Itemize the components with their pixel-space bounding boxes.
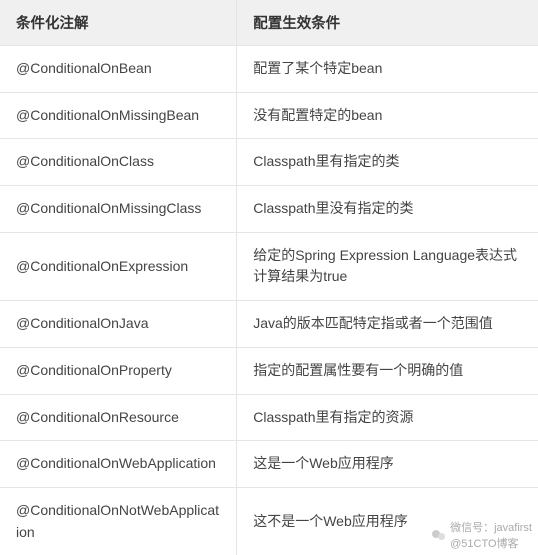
cell-annotation: @ConditionalOnBean (0, 46, 237, 93)
header-annotation: 条件化注解 (0, 0, 237, 46)
cell-condition: 没有配置特定的bean (237, 92, 538, 139)
cell-annotation: @ConditionalOnProperty (0, 347, 237, 394)
cell-annotation: @ConditionalOnJava (0, 301, 237, 348)
cell-condition: Java的版本匹配特定指或者一个范围值 (237, 301, 538, 348)
cell-annotation: @ConditionalOnMissingBean (0, 92, 237, 139)
cell-annotation: @ConditionalOnClass (0, 139, 237, 186)
header-condition: 配置生效条件 (237, 0, 538, 46)
cell-annotation: @ConditionalOnExpression (0, 232, 237, 300)
table-row: @ConditionalOnNotWebApplication 这不是一个Web… (0, 487, 538, 555)
cell-annotation: @ConditionalOnWebApplication (0, 441, 237, 488)
conditional-annotations-table: 条件化注解 配置生效条件 @ConditionalOnBean 配置了某个特定b… (0, 0, 538, 555)
table-row: @ConditionalOnMissingClass Classpath里没有指… (0, 186, 538, 233)
cell-annotation: @ConditionalOnNotWebApplication (0, 487, 237, 555)
cell-condition: Classpath里没有指定的类 (237, 186, 538, 233)
cell-condition: 这是一个Web应用程序 (237, 441, 538, 488)
cell-condition: 配置了某个特定bean (237, 46, 538, 93)
cell-condition: 指定的配置属性要有一个明确的值 (237, 347, 538, 394)
table-row: @ConditionalOnWebApplication 这是一个Web应用程序 (0, 441, 538, 488)
cell-condition: 给定的Spring Expression Language表达式计算结果为tru… (237, 232, 538, 300)
table-row: @ConditionalOnMissingBean 没有配置特定的bean (0, 92, 538, 139)
cell-condition: Classpath里有指定的资源 (237, 394, 538, 441)
table-row: @ConditionalOnExpression 给定的Spring Expre… (0, 232, 538, 300)
table-row: @ConditionalOnProperty 指定的配置属性要有一个明确的值 (0, 347, 538, 394)
table-row: @ConditionalOnClass Classpath里有指定的类 (0, 139, 538, 186)
cell-annotation: @ConditionalOnMissingClass (0, 186, 237, 233)
cell-condition: Classpath里有指定的类 (237, 139, 538, 186)
table-row: @ConditionalOnResource Classpath里有指定的资源 (0, 394, 538, 441)
table-row: @ConditionalOnBean 配置了某个特定bean (0, 46, 538, 93)
table-row: @ConditionalOnJava Java的版本匹配特定指或者一个范围值 (0, 301, 538, 348)
table-header-row: 条件化注解 配置生效条件 (0, 0, 538, 46)
cell-annotation: @ConditionalOnResource (0, 394, 237, 441)
cell-condition: 这不是一个Web应用程序 (237, 487, 538, 555)
